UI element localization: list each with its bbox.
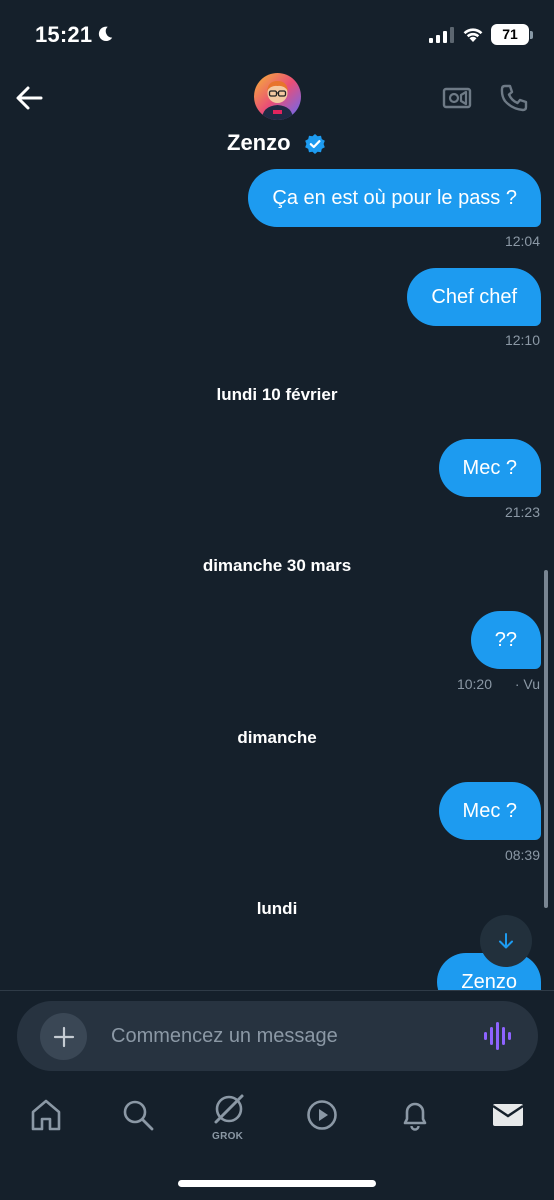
message-clip: Zenzo bbox=[0, 950, 554, 990]
video-play-icon[interactable] bbox=[304, 1097, 340, 1133]
cellular-signal-icon bbox=[429, 27, 454, 43]
message-bubble[interactable]: Ça en est où pour le pass ? bbox=[248, 169, 541, 227]
moon-icon bbox=[98, 26, 113, 42]
back-arrow-icon[interactable] bbox=[14, 84, 44, 112]
wifi-icon bbox=[463, 28, 483, 42]
avatar-illustration bbox=[254, 73, 301, 120]
phone-icon[interactable] bbox=[499, 83, 529, 113]
messages-envelope-icon[interactable] bbox=[490, 1097, 526, 1133]
add-attachment-button[interactable] bbox=[40, 1013, 87, 1060]
message-timestamp: 12:04 bbox=[504, 233, 540, 249]
arrow-down-icon bbox=[499, 933, 513, 949]
message-composer bbox=[17, 1001, 538, 1071]
message-timestamp: 12:10 bbox=[504, 332, 540, 348]
message-timestamp: 08:39 bbox=[504, 847, 540, 863]
scroll-to-bottom-button[interactable] bbox=[480, 915, 532, 967]
grok-label: GROK bbox=[212, 1131, 244, 1142]
contact-name[interactable]: Zenzo bbox=[227, 130, 291, 156]
day-separator: lundi bbox=[256, 899, 298, 918]
plus-icon bbox=[53, 1026, 74, 1047]
notifications-bell-icon[interactable] bbox=[397, 1097, 433, 1133]
battery-indicator: 71 bbox=[491, 24, 529, 45]
read-receipt: · Vu bbox=[514, 676, 540, 692]
day-separator: dimanche 30 mars bbox=[202, 556, 352, 575]
message-timestamp: 10:20 bbox=[456, 676, 492, 692]
conversation-header: Zenzo bbox=[0, 70, 554, 165]
status-bar: 15:21 71 bbox=[0, 0, 554, 70]
scrollbar[interactable] bbox=[544, 570, 548, 908]
bottom-navigation: GROK bbox=[0, 1085, 554, 1155]
day-separator: lundi 10 février bbox=[216, 385, 338, 404]
message-bubble[interactable]: Chef chef bbox=[407, 268, 541, 326]
voice-message-icon[interactable] bbox=[483, 1021, 511, 1051]
day-separator: dimanche bbox=[237, 728, 317, 747]
video-call-icon[interactable] bbox=[442, 84, 472, 112]
composer-divider bbox=[0, 990, 554, 991]
message-bubble[interactable]: ?? bbox=[470, 611, 541, 669]
status-time: 15:21 bbox=[35, 22, 93, 47]
message-timestamp: 21:23 bbox=[504, 504, 540, 520]
verified-badge-icon bbox=[305, 134, 325, 154]
home-indicator[interactable] bbox=[178, 1180, 376, 1187]
battery-tip bbox=[530, 31, 533, 39]
message-bubble[interactable]: Mec ? bbox=[438, 439, 541, 497]
home-icon[interactable] bbox=[28, 1097, 64, 1133]
search-icon[interactable] bbox=[120, 1097, 156, 1133]
grok-icon[interactable] bbox=[211, 1091, 247, 1127]
avatar[interactable] bbox=[254, 73, 301, 120]
message-input[interactable] bbox=[111, 1019, 451, 1053]
message-bubble[interactable]: Mec ? bbox=[438, 782, 541, 840]
